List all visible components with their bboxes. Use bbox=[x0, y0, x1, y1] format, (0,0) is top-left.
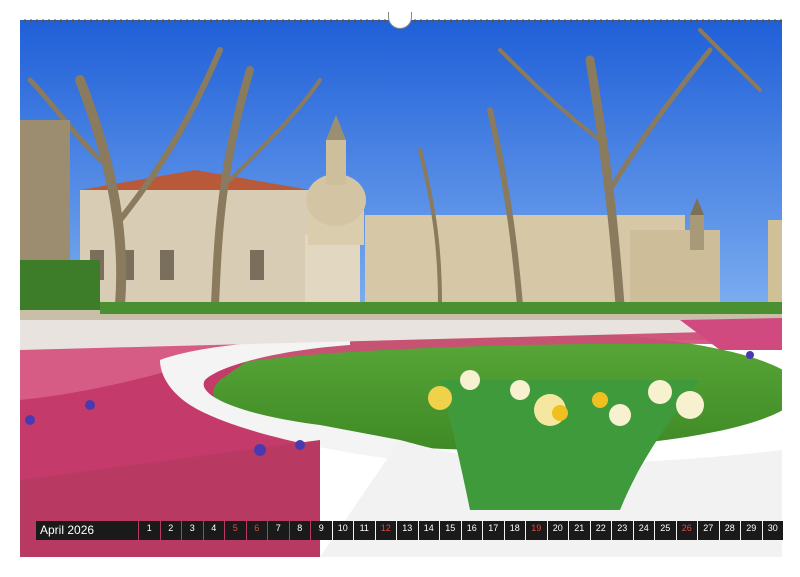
calendar-day: 15 bbox=[440, 521, 461, 540]
calendar-day-number: 14 bbox=[423, 523, 434, 533]
calendar-day: 10 bbox=[332, 521, 353, 540]
calendar-day: 26 bbox=[676, 521, 697, 540]
calendar-day: 1 bbox=[139, 521, 160, 540]
calendar-day: 16 bbox=[461, 521, 482, 540]
calendar-page: April 2026 1 2 3 4 5 6 7 8 9 10 11 12 13 14 15 16 17 18 19… bbox=[0, 0, 800, 577]
calendar-day: 3 bbox=[182, 521, 203, 540]
calendar-day-number: 12 bbox=[380, 523, 391, 533]
calendar-day: 29 bbox=[741, 521, 762, 540]
calendar-day-number: 17 bbox=[488, 523, 499, 533]
calendar-day: 5 bbox=[225, 521, 246, 540]
calendar-day-number: 20 bbox=[552, 523, 563, 533]
calendar-day-number: 19 bbox=[531, 523, 542, 533]
calendar-day: 19 bbox=[526, 521, 547, 540]
calendar-day-number: 30 bbox=[767, 523, 778, 533]
calendar-day: 21 bbox=[569, 521, 590, 540]
calendar-strip: April 2026 1 2 3 4 5 6 7 8 9 10 11 12 13 14 15 16 17 18 19… bbox=[36, 521, 783, 540]
calendar-day-number: 24 bbox=[638, 523, 649, 533]
calendar-day-number: 3 bbox=[189, 523, 195, 533]
calendar-day-number: 2 bbox=[168, 523, 174, 533]
calendar-day-number: 5 bbox=[232, 523, 238, 533]
calendar-day: 13 bbox=[397, 521, 418, 540]
calendar-day-number: 1 bbox=[146, 523, 152, 533]
calendar-day: 18 bbox=[504, 521, 525, 540]
calendar-day: 17 bbox=[483, 521, 504, 540]
calendar-day-number: 23 bbox=[617, 523, 628, 533]
calendar-day-number: 21 bbox=[574, 523, 585, 533]
calendar-day: 4 bbox=[203, 521, 224, 540]
calendar-day: 22 bbox=[590, 521, 611, 540]
calendar-day: 30 bbox=[762, 521, 783, 540]
calendar-day: 20 bbox=[547, 521, 568, 540]
calendar-day: 11 bbox=[354, 521, 375, 540]
calendar-day: 9 bbox=[311, 521, 332, 540]
photo-illustration bbox=[20, 20, 782, 557]
calendar-day: 24 bbox=[633, 521, 654, 540]
calendar-day-number: 26 bbox=[681, 523, 692, 533]
calendar-day: 14 bbox=[418, 521, 439, 540]
calendar-day: 7 bbox=[268, 521, 289, 540]
month-label: April 2026 bbox=[36, 521, 138, 540]
calendar-day-number: 25 bbox=[660, 523, 671, 533]
calendar-day-number: 10 bbox=[337, 523, 348, 533]
calendar-day: 12 bbox=[375, 521, 396, 540]
calendar-day-number: 11 bbox=[359, 523, 369, 533]
calendar-day: 25 bbox=[655, 521, 676, 540]
calendar-day: 6 bbox=[246, 521, 267, 540]
calendar-day-number: 6 bbox=[254, 523, 260, 533]
calendar-day-number: 29 bbox=[746, 523, 757, 533]
hedge bbox=[20, 260, 100, 315]
calendar-day-number: 27 bbox=[703, 523, 714, 533]
calendar-day-number: 4 bbox=[211, 523, 217, 533]
calendar-day: 23 bbox=[612, 521, 633, 540]
calendar-day-number: 16 bbox=[466, 523, 477, 533]
calendar-day-number: 8 bbox=[297, 523, 303, 533]
calendar-day-number: 22 bbox=[595, 523, 606, 533]
calendar-day-number: 28 bbox=[724, 523, 735, 533]
calendar-day-number: 13 bbox=[402, 523, 413, 533]
far-lawn bbox=[100, 302, 782, 314]
calendar-day: 8 bbox=[289, 521, 310, 540]
calendar-day-number: 7 bbox=[275, 523, 281, 533]
calendar-day-number: 15 bbox=[445, 523, 456, 533]
calendar-day: 28 bbox=[719, 521, 740, 540]
calendar-photo bbox=[20, 20, 782, 557]
calendar-day: 27 bbox=[698, 521, 719, 540]
calendar-day-number: 9 bbox=[318, 523, 324, 533]
calendar-day: 2 bbox=[160, 521, 181, 540]
calendar-day-number: 18 bbox=[509, 523, 520, 533]
